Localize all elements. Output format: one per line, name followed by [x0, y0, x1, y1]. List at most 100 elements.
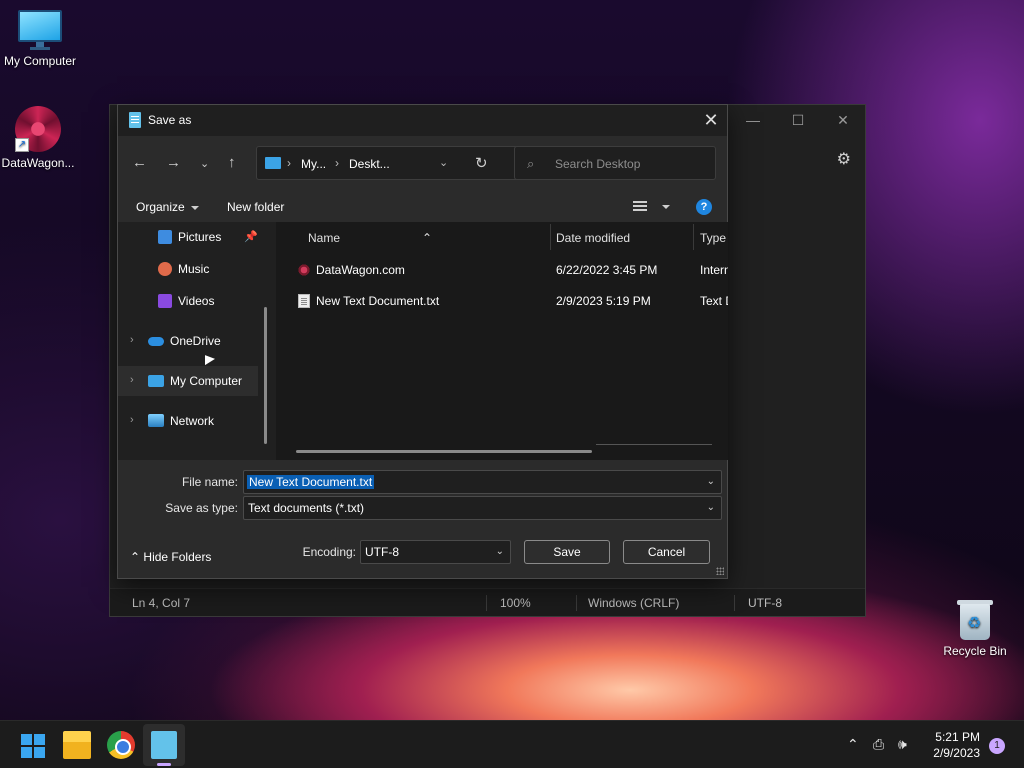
- save-as-type-label: Save as type:: [165, 501, 238, 515]
- save-as-type-select[interactable]: Text documents (*.txt) ⌄: [243, 496, 722, 520]
- sidebar-item-onedrive[interactable]: › OneDrive: [118, 326, 258, 356]
- chevron-down-icon: ⌄: [706, 502, 715, 513]
- organize-button[interactable]: Organize: [136, 200, 199, 214]
- sidebar-item-videos[interactable]: Videos: [118, 286, 258, 316]
- close-button[interactable]: ✕: [820, 105, 866, 135]
- monitor-icon: [18, 10, 62, 50]
- music-icon: [158, 262, 172, 276]
- search-placeholder: Search Desktop: [555, 157, 641, 171]
- new-folder-button[interactable]: New folder: [227, 200, 284, 214]
- encoding-select[interactable]: UTF-8 ⌄: [360, 540, 511, 564]
- text-file-icon: [298, 294, 310, 308]
- breadcrumb-computer[interactable]: My...: [301, 157, 326, 171]
- file-name-value: New Text Document.txt: [247, 475, 375, 489]
- close-button[interactable]: ✕: [695, 105, 727, 136]
- onedrive-icon: [148, 337, 164, 346]
- search-input[interactable]: ⌕ Search Desktop: [514, 146, 716, 180]
- chevron-down-icon: ⌄: [495, 546, 504, 557]
- sidebar-item-pictures[interactable]: Pictures 📌: [118, 222, 258, 252]
- chrome-icon[interactable]: [107, 731, 135, 759]
- save-button[interactable]: Save: [524, 540, 610, 564]
- sidebar-item-music[interactable]: Music: [118, 254, 258, 284]
- encoding-label: Encoding:: [302, 545, 356, 559]
- sidebar-item-label: OneDrive: [170, 334, 221, 348]
- file-row[interactable]: DataWagon.com 6/22/2022 3:45 PM Intern: [276, 255, 728, 285]
- dialog-title: Save as: [148, 113, 192, 127]
- file-name: New Text Document.txt: [316, 294, 440, 308]
- desktop-icon-my-computer[interactable]: My Computer: [0, 10, 80, 68]
- recent-locations-chevron-icon[interactable]: ⌄: [200, 157, 209, 170]
- desktop-icon-datawagon[interactable]: ↗ DataWagon...: [0, 106, 78, 170]
- notification-badge[interactable]: 1: [989, 738, 1005, 754]
- desktop-icon-label: Recycle Bin: [943, 644, 1007, 658]
- column-date-modified[interactable]: Date modified: [556, 231, 630, 245]
- back-arrow-icon[interactable]: ←: [132, 154, 147, 171]
- volume-icon[interactable]: 🕪: [898, 736, 907, 753]
- breadcrumb-desktop[interactable]: Deskt...: [349, 157, 390, 171]
- status-encoding: UTF-8: [748, 596, 782, 610]
- sidebar-item-my-computer[interactable]: › My Computer: [118, 366, 258, 396]
- file-name-field[interactable]: New Text Document.txt ⌄: [243, 470, 722, 494]
- cancel-button[interactable]: Cancel: [623, 540, 710, 564]
- clock-date: 2/9/2023: [933, 746, 980, 760]
- file-explorer-icon[interactable]: [63, 731, 91, 759]
- dialog-footer: File name: New Text Document.txt ⌄ Save …: [118, 460, 727, 578]
- column-name[interactable]: Name: [308, 231, 340, 245]
- dialog-title-bar: Save as ✕: [118, 105, 727, 136]
- chevron-down-icon[interactable]: [662, 205, 670, 209]
- desktop-icon-label: DataWagon...: [1, 156, 75, 170]
- chevron-up-icon[interactable]: ⌃: [847, 736, 859, 753]
- maximize-button[interactable]: ☐: [775, 105, 821, 135]
- address-bar[interactable]: › My... › Deskt... ⌄ ↻: [256, 146, 520, 180]
- hide-folders-button[interactable]: ⌃ Hide Folders: [130, 550, 211, 564]
- sidebar-item-label: My Computer: [170, 374, 243, 388]
- sidebar-item-label: Music: [178, 262, 210, 276]
- up-arrow-icon[interactable]: ↑: [228, 154, 236, 171]
- datawagon-shortcut-icon: ↗: [15, 106, 61, 152]
- chevron-right-icon: ›: [335, 156, 339, 170]
- pictures-icon: [158, 230, 172, 244]
- save-as-type-value: Text documents (*.txt): [248, 501, 365, 515]
- chevron-right-icon[interactable]: ›: [130, 374, 134, 386]
- network-status-icon[interactable]: ⎙: [873, 736, 884, 753]
- notepad-icon[interactable]: [151, 731, 177, 759]
- chevron-right-icon[interactable]: ›: [130, 334, 134, 346]
- view-options-icon[interactable]: [633, 201, 647, 213]
- horizontal-scrollbar[interactable]: [296, 450, 592, 453]
- start-button[interactable]: [18, 731, 46, 759]
- taskbar: ⌃ ⎙ 🕪 5:21 PM 2/9/2023 1: [0, 720, 1024, 768]
- file-list: ⌃ Name Date modified Type DataWagon.com …: [276, 222, 728, 460]
- forward-arrow-icon[interactable]: →: [166, 154, 181, 171]
- chevron-right-icon: ›: [287, 156, 291, 170]
- minimize-button[interactable]: —: [730, 105, 776, 135]
- command-bar: Organize New folder ?: [118, 192, 727, 222]
- notepad-icon: [129, 112, 141, 128]
- clock[interactable]: 5:21 PM 2/9/2023: [933, 729, 980, 761]
- desktop-icon-recycle-bin[interactable]: ♻ Recycle Bin: [935, 598, 1015, 658]
- pane-scrollbar[interactable]: [264, 307, 267, 444]
- recycle-bin-icon: ♻: [957, 598, 993, 640]
- sidebar-item-label: Videos: [178, 294, 215, 308]
- file-row[interactable]: New Text Document.txt 2/9/2023 5:19 PM T…: [276, 286, 728, 316]
- column-header-row: ⌃ Name Date modified Type: [276, 222, 728, 252]
- pin-icon[interactable]: 📌: [244, 230, 258, 243]
- refresh-icon[interactable]: ↻: [475, 154, 488, 172]
- chevron-down-icon[interactable]: ⌄: [439, 156, 448, 169]
- help-icon[interactable]: ?: [696, 199, 712, 215]
- file-type: Intern: [700, 263, 728, 277]
- status-position: Ln 4, Col 7: [132, 596, 191, 610]
- column-type[interactable]: Type: [700, 231, 726, 245]
- sidebar-item-network[interactable]: › Network: [118, 406, 258, 436]
- resize-grip-icon[interactable]: [716, 567, 724, 575]
- internet-shortcut-icon: [298, 263, 310, 277]
- network-icon: [148, 414, 164, 427]
- search-icon: ⌕: [527, 156, 535, 171]
- file-date: 6/22/2022 3:45 PM: [556, 263, 658, 277]
- sidebar-item-label: Network: [170, 414, 215, 428]
- chevron-up-icon: ⌃: [130, 550, 141, 564]
- chevron-down-icon[interactable]: ⌄: [707, 476, 715, 487]
- file-date: 2/9/2023 5:19 PM: [556, 294, 651, 308]
- gear-icon[interactable]: ⚙: [837, 149, 851, 169]
- file-name-label: File name:: [181, 475, 238, 489]
- chevron-right-icon[interactable]: ›: [130, 414, 134, 426]
